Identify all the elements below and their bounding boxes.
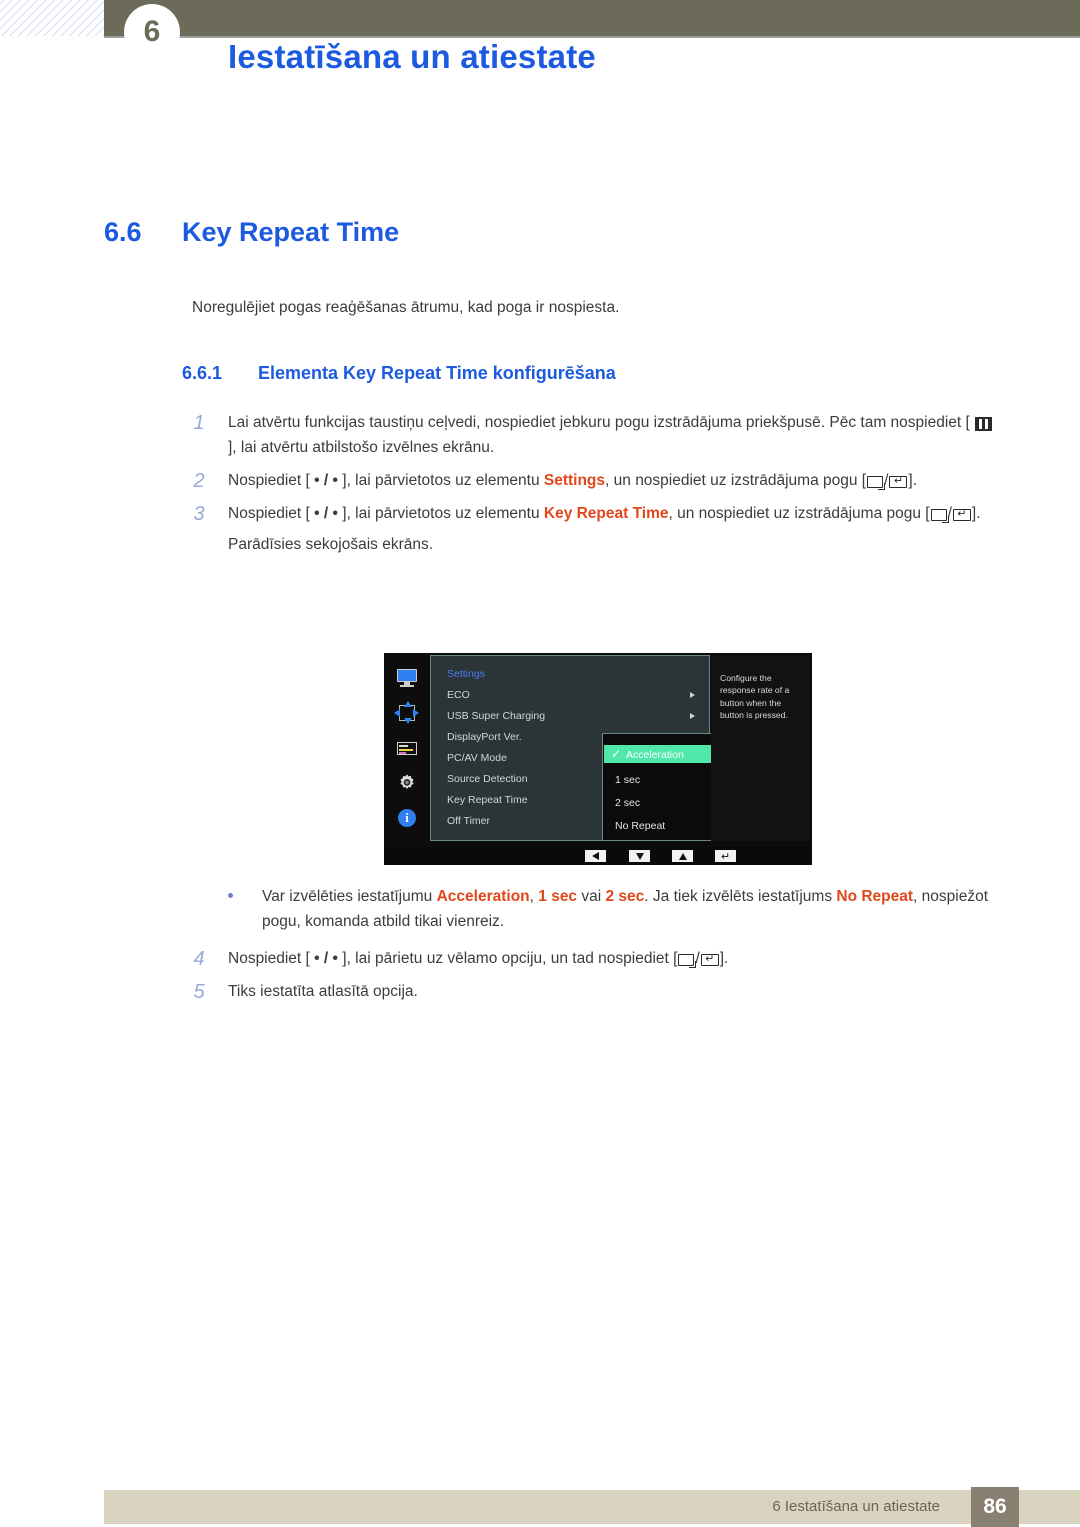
bullet-dot-icon bbox=[228, 893, 233, 898]
enter-icon: ↵ bbox=[720, 849, 731, 863]
down-arrow-icon bbox=[635, 852, 644, 860]
step-text: Nospiediet [ • / • ], lai pārietu uz vēl… bbox=[228, 946, 996, 971]
enter-key-icon bbox=[952, 509, 971, 522]
osd-submenu-option-acceleration[interactable]: Acceleration bbox=[626, 749, 684, 761]
highlighted-term: Settings bbox=[543, 472, 606, 490]
highlighted-term: Acceleration bbox=[436, 888, 530, 905]
osd-body: i Settings ECO USB Super Charging Displa… bbox=[384, 653, 812, 843]
section-intro: Noregulējiet pogas reaģēšanas ātrumu, ka… bbox=[192, 299, 620, 316]
chevron-right-icon bbox=[690, 692, 695, 698]
osd-tooltip-panel: Configure the response rate of a button … bbox=[711, 655, 810, 841]
left-arrow-icon bbox=[592, 852, 599, 860]
page-title: Iestatīšana un atiestate bbox=[228, 38, 596, 75]
page-number: 86 bbox=[983, 1495, 1007, 1518]
up-arrow-icon bbox=[678, 852, 687, 860]
enter-key-icon bbox=[889, 476, 908, 489]
subsection-title: Elementa Key Repeat Time konfigurēšana bbox=[258, 363, 616, 383]
hatch-decoration bbox=[0, 0, 104, 36]
osd-submenu-option-no-repeat[interactable]: No Repeat bbox=[615, 820, 665, 832]
menu-key-icon bbox=[975, 417, 993, 431]
osd-menu-item-displayport-ver[interactable]: DisplayPort Ver. bbox=[447, 731, 522, 743]
osd-menu-title: Settings bbox=[447, 668, 485, 680]
osd-menu-item-off-timer[interactable]: Off Timer bbox=[447, 815, 490, 827]
chevron-right-icon bbox=[690, 713, 695, 719]
step-item: 5 Tiks iestatīta atlasītā opcija. bbox=[186, 979, 996, 1004]
step-item: 3 Nospiediet [ • / • ], lai pārvietotos … bbox=[186, 501, 996, 557]
section-title: Key Repeat Time bbox=[182, 217, 400, 247]
step-text: Nospiediet [ • / • ], lai pārvietotos uz… bbox=[228, 468, 996, 493]
osd-menu-item-eco[interactable]: ECO bbox=[447, 689, 470, 701]
steps-list: 1 Lai atvērtu funkcijas taustiņu ceļvedi… bbox=[186, 410, 996, 566]
osd-menu-panel: Settings ECO USB Super Charging DisplayP… bbox=[430, 655, 753, 841]
footer-page-box: 86 bbox=[971, 1487, 1019, 1527]
step-text: Lai atvērtu funkcijas taustiņu ceļvedi, … bbox=[228, 410, 996, 460]
osd-submenu-option-2-sec[interactable]: 2 sec bbox=[615, 797, 640, 809]
down-arrow-button[interactable] bbox=[629, 850, 650, 862]
step-number: 2 bbox=[193, 470, 205, 493]
source-key-icon bbox=[678, 954, 697, 968]
step-number: 4 bbox=[193, 948, 205, 970]
step-number: 3 bbox=[193, 503, 205, 526]
osd-submenu-option-1-sec[interactable]: 1 sec bbox=[615, 774, 640, 786]
step-number: 1 bbox=[193, 412, 205, 434]
osd-menu-item-key-repeat-time[interactable]: Key Repeat Time bbox=[447, 794, 528, 806]
highlighted-term: 1 sec bbox=[538, 888, 578, 905]
enter-key-icon bbox=[700, 954, 719, 966]
direction-key-label: • / • bbox=[314, 472, 338, 490]
subsection-number: 6.6.1 bbox=[182, 363, 223, 383]
left-arrow-button[interactable] bbox=[585, 850, 606, 862]
step-text: Tiks iestatīta atlasītā opcija. bbox=[228, 983, 418, 1001]
header-bar bbox=[104, 0, 1080, 36]
highlighted-term: Key Repeat Time bbox=[543, 505, 669, 523]
picture-position-icon[interactable] bbox=[394, 701, 419, 724]
source-key-icon bbox=[930, 509, 949, 524]
osd-display-icon[interactable] bbox=[395, 737, 419, 759]
gear-icon[interactable] bbox=[395, 772, 419, 794]
bullet-item: Var izvēlēties iestatījumu Acceleration,… bbox=[222, 884, 1002, 934]
step-number: 5 bbox=[193, 981, 205, 1004]
bullet-text: Var izvēlēties iestatījumu Acceleration,… bbox=[262, 888, 989, 931]
osd-menu-item-pc-av-mode[interactable]: PC/AV Mode bbox=[447, 752, 507, 764]
source-key-icon bbox=[867, 476, 886, 491]
steps-list-continued: 4 Nospiediet [ • / • ], lai pārietu uz v… bbox=[186, 946, 996, 1012]
step-note: Parādīsies sekojošais ekrāns. bbox=[228, 536, 434, 554]
chapter-badge: 6 bbox=[124, 4, 180, 60]
monitor-icon[interactable] bbox=[395, 667, 419, 689]
step-item: 2 Nospiediet [ • / • ], lai pārvietotos … bbox=[186, 468, 996, 493]
osd-tooltip-text: Configure the response rate of a button … bbox=[720, 673, 790, 721]
osd-icon-sidebar: i bbox=[384, 653, 430, 843]
up-arrow-button[interactable] bbox=[672, 850, 693, 862]
step-text: Nospiediet [ • / • ], lai pārvietotos uz… bbox=[228, 501, 996, 526]
info-icon[interactable]: i bbox=[395, 807, 419, 829]
section-number: 6.6 bbox=[104, 217, 142, 247]
osd-screenshot: i Settings ECO USB Super Charging Displa… bbox=[384, 653, 812, 865]
highlighted-term: 2 sec bbox=[605, 888, 645, 905]
highlighted-term: No Repeat bbox=[836, 888, 914, 905]
direction-key-label: • / • bbox=[314, 950, 338, 967]
step-item: 1 Lai atvērtu funkcijas taustiņu ceļvedi… bbox=[186, 410, 996, 460]
enter-button[interactable]: ↵ bbox=[715, 850, 736, 862]
osd-menu-item-source-detection[interactable]: Source Detection bbox=[447, 773, 528, 785]
osd-menu-item-usb-super-charging[interactable]: USB Super Charging bbox=[447, 710, 545, 722]
osd-bottom-bar: ↵ bbox=[384, 847, 812, 865]
check-icon: ✓ bbox=[611, 747, 622, 761]
bullet-list: Var izvēlēties iestatījumu Acceleration,… bbox=[222, 884, 1002, 934]
footer-text: 6 Iestatīšana un atiestate bbox=[772, 1498, 940, 1515]
step-item: 4 Nospiediet [ • / • ], lai pārietu uz v… bbox=[186, 946, 996, 971]
direction-key-label: • / • bbox=[314, 505, 338, 523]
